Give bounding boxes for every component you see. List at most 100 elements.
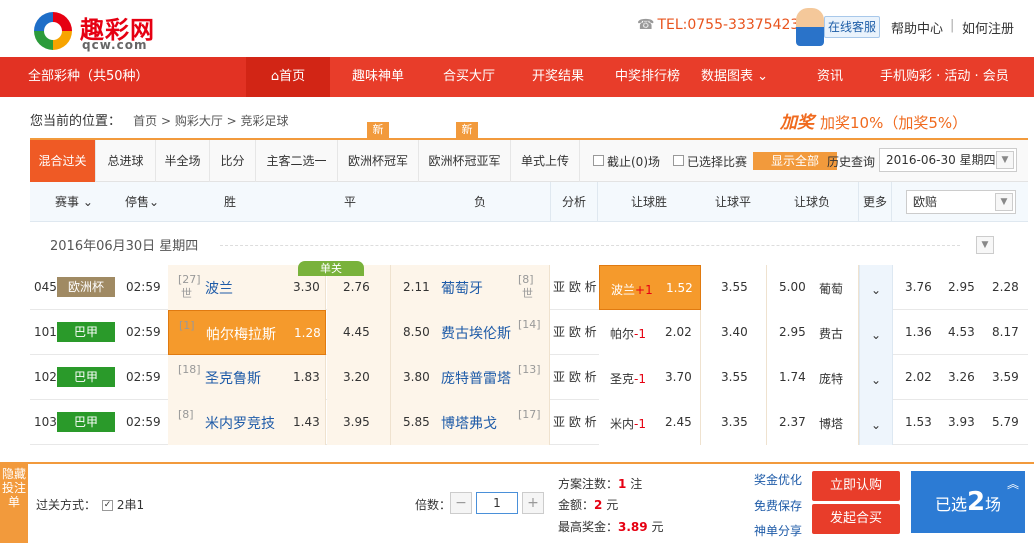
away-rank: [17] [518, 408, 541, 421]
hide-bet-slip-button[interactable]: 隐藏投注单 [0, 464, 28, 543]
away-team: 葡萄牙 [441, 281, 483, 297]
tab-total-goals[interactable]: 总进球 [96, 140, 156, 182]
tab-single-upload[interactable]: 单式上传 [511, 140, 580, 182]
selected-pre: 已选 [934, 495, 967, 514]
tab-score[interactable]: 比分 [210, 140, 256, 182]
date-group-header[interactable]: 2016年06月30日 星期四 ▼ [30, 224, 1028, 264]
analysis-links[interactable]: 亚 欧 析 [553, 400, 597, 445]
nav-home[interactable]: ⌂首页 [246, 57, 330, 97]
lose-cell[interactable]: 8.50 费古埃伦斯 [14] [391, 310, 550, 355]
handicap-lose-cell[interactable]: 2.95 费古 [767, 310, 859, 355]
increase-button[interactable]: + [522, 492, 544, 514]
nav-news[interactable]: 资讯 [817, 57, 843, 97]
nav-mobile[interactable]: 手机购彩 · 活动 · 会员 [880, 57, 1009, 97]
nav-charts[interactable]: 数据图表 ⌄ [701, 57, 768, 97]
handicap-draw-cell[interactable]: 3.40 [701, 310, 767, 355]
win-cell[interactable]: [1] 帕尔梅拉斯 1.28 [168, 310, 326, 355]
nav-all-lotteries[interactable]: 全部彩种（共50种） [0, 57, 246, 97]
win-cell[interactable]: [8] 米内罗竞技 1.43 [168, 400, 326, 445]
start-group-buy-button[interactable]: 发起合买 [812, 504, 900, 534]
hide-bet-slip-label: 隐藏投注单 [1, 467, 26, 509]
help-center-link[interactable]: 帮助中心 [891, 18, 943, 37]
online-service-button[interactable]: 在线客服 [824, 16, 880, 38]
handicap-win-cell[interactable]: 圣克-1 3.70 [599, 355, 701, 400]
checked-icon: ✓ [102, 500, 113, 511]
tab-euro-champion[interactable]: 欧洲杯冠军 [338, 140, 419, 182]
history-label: 历史查询 [827, 155, 876, 169]
collapse-icon[interactable]: ▼ [976, 236, 994, 254]
col-event[interactable]: 赛事 ⌄ [30, 182, 118, 222]
handicap-draw-cell[interactable]: 3.55 [701, 355, 767, 400]
how-register-link[interactable]: 如何注册 [962, 18, 1014, 37]
more-options-button[interactable]: ⌄ [859, 265, 893, 310]
nav-results[interactable]: 开奖结果 [532, 57, 584, 97]
handicap-lose-odds: 2.37 [779, 415, 806, 429]
tab-two-choice[interactable]: 主客二选一 [256, 140, 338, 182]
breadcrumb-path[interactable]: 首页 > 购彩大厅 > 竞彩足球 [133, 114, 288, 128]
league-badge[interactable]: 巴甲 [57, 322, 115, 342]
decrease-button[interactable]: − [450, 492, 472, 514]
analysis-links[interactable]: 亚 欧 析 [553, 265, 597, 310]
analysis-links[interactable]: 亚 欧 析 [553, 310, 597, 355]
prize-optimize-link[interactable]: 奖金优化 [754, 471, 802, 488]
pass-option[interactable]: ✓ 2串1 [102, 496, 144, 513]
odds-type-select[interactable]: 欧赔 ▼ [906, 190, 1016, 214]
handicap-team-name: 米内 [610, 417, 635, 431]
handicap-win-odds: 3.70 [665, 370, 692, 384]
tab-mixed[interactable]: 混合过关 [30, 140, 96, 182]
buy-now-button[interactable]: 立即认购 [812, 471, 900, 501]
nav-fun-picks[interactable]: 趣味神单 [352, 57, 404, 97]
handicap-draw-cell[interactable]: 3.35 [701, 400, 767, 445]
multiplier-input[interactable]: 1 [476, 492, 518, 514]
lose-cell[interactable]: 2.11 葡萄牙 [8] 世 [391, 265, 550, 310]
more-options-button[interactable]: ⌄ [859, 355, 893, 400]
eu-odds-draw: 4.53 [948, 325, 975, 339]
cutoff-checkbox[interactable] [593, 155, 604, 166]
handicap-lose-cell[interactable]: 2.37 博塔 [767, 400, 859, 445]
handicap-line: -1 [634, 417, 646, 431]
site-logo[interactable]: 趣彩网 qcw.com [32, 10, 172, 54]
draw-cell[interactable]: 3.20 [327, 355, 391, 400]
amount-value: 2 [594, 498, 603, 512]
lose-cell[interactable]: 3.80 庞特普雷塔 [13] [391, 355, 550, 400]
handicap-win-odds: 2.45 [665, 415, 692, 429]
nav-group-buy[interactable]: 合买大厅 [443, 57, 495, 97]
bets-value: 1 [618, 477, 627, 491]
analysis-links[interactable]: 亚 欧 析 [553, 355, 597, 400]
col-stop-label: 停售 [124, 195, 149, 209]
col-win: 胜 [223, 195, 236, 209]
match-no: 045 [34, 280, 57, 294]
more-options-button[interactable]: ⌄ [859, 400, 893, 445]
away-team: 博塔弗戈 [441, 416, 497, 432]
tab-euro-final[interactable]: 欧洲杯冠亚军 [419, 140, 511, 182]
show-all-button[interactable]: 显示全部 [753, 152, 837, 170]
league-badge[interactable]: 巴甲 [57, 367, 115, 387]
history-date-select[interactable]: 2016-06-30 星期四 ▼ [879, 148, 1017, 172]
tab-half-full[interactable]: 半全场 [156, 140, 210, 182]
draw-cell[interactable]: 4.45 [327, 310, 391, 355]
handicap-lose-cell[interactable]: 5.00 葡萄 [767, 265, 859, 310]
handicap-win-cell[interactable]: 波兰+1 1.52 [599, 265, 701, 310]
league-badge[interactable]: 欧洲杯 [57, 277, 115, 297]
col-stop[interactable]: 停售⌄ [118, 182, 166, 222]
online-service[interactable]: 在线客服 [796, 8, 882, 48]
handicap-line: +1 [635, 283, 653, 297]
handicap-win-cell[interactable]: 帕尔-1 2.02 [599, 310, 701, 355]
nav-win-ranking[interactable]: 中奖排行榜 [615, 57, 680, 97]
handicap-lose-cell[interactable]: 1.74 庞特 [767, 355, 859, 400]
league-badge[interactable]: 巴甲 [57, 412, 115, 432]
chosen-checkbox[interactable] [673, 155, 684, 166]
free-save-link[interactable]: 免费保存 [754, 497, 802, 514]
selected-count: 2 [966, 487, 986, 517]
more-options-button[interactable]: ⌄ [859, 310, 893, 355]
handicap-draw-cell[interactable]: 3.55 [701, 265, 767, 310]
share-link[interactable]: 神单分享 [754, 522, 802, 539]
handicap-team: 米内-1 [610, 415, 646, 432]
match-row: 045 欧洲杯 02:59 [27] 世波兰 3.30 2.76 2.11 葡萄牙 [8] 世亚 欧… [30, 265, 1028, 310]
win-cell[interactable]: [18] 圣克鲁斯 1.83 [168, 355, 326, 400]
lose-cell[interactable]: 5.85 博塔弗戈 [17] [391, 400, 550, 445]
selected-count-button[interactable]: 已选2场 ︽ [911, 471, 1025, 533]
draw-cell[interactable]: 3.95 [327, 400, 391, 445]
handicap-win-cell[interactable]: 米内-1 2.45 [599, 400, 701, 445]
match-no: 102 [34, 370, 57, 384]
